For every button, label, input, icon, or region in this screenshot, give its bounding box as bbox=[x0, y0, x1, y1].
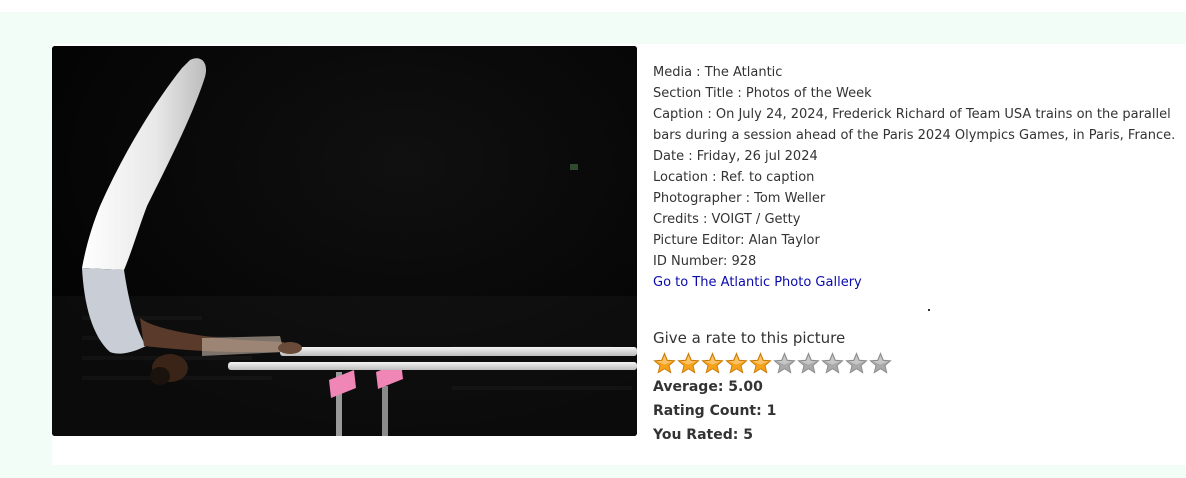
star-rating[interactable] bbox=[653, 351, 892, 375]
star-icon[interactable] bbox=[725, 351, 748, 375]
rating-panel: Give a rate to this picture Average: 5.0… bbox=[653, 328, 892, 447]
star-icon[interactable] bbox=[701, 351, 724, 375]
date-label: Date : Friday, 26 jul 2024 bbox=[653, 149, 818, 164]
star-icon[interactable] bbox=[845, 351, 868, 375]
divider-dot bbox=[928, 309, 930, 311]
media-label: Media : The Atlantic bbox=[653, 65, 783, 80]
average-rating: Average: 5.00 bbox=[653, 379, 763, 395]
star-icon[interactable] bbox=[869, 351, 892, 375]
picture-editor-label: Picture Editor: Alan Taylor bbox=[653, 233, 820, 248]
credits-label: Credits : VOIGT / Getty bbox=[653, 212, 801, 227]
gallery-link[interactable]: Go to The Atlantic Photo Gallery bbox=[653, 275, 862, 290]
caption-text: Caption : On July 24, 2024, Frederick Ri… bbox=[653, 107, 1176, 143]
star-icon[interactable] bbox=[797, 351, 820, 375]
star-icon[interactable] bbox=[821, 351, 844, 375]
rating-count: Rating Count: 1 bbox=[653, 403, 777, 419]
rating-title: Give a rate to this picture bbox=[653, 329, 846, 347]
star-icon[interactable] bbox=[749, 351, 772, 375]
user-rating: You Rated: 5 bbox=[653, 427, 753, 443]
star-icon[interactable] bbox=[677, 351, 700, 375]
section-title: Section Title : Photos of the Week bbox=[653, 86, 872, 101]
gymnast-photo-image bbox=[52, 46, 637, 436]
photographer-label: Photographer : Tom Weller bbox=[653, 191, 826, 206]
previous-card-edge bbox=[52, 0, 1186, 12]
gymnast-photo[interactable] bbox=[52, 46, 637, 436]
id-number-label: ID Number: 928 bbox=[653, 254, 757, 269]
location-label: Location : Ref. to caption bbox=[653, 170, 815, 185]
star-icon[interactable] bbox=[653, 351, 676, 375]
star-icon[interactable] bbox=[773, 351, 796, 375]
photo-info: Media : The Atlantic Section Title : Pho… bbox=[653, 62, 1186, 293]
